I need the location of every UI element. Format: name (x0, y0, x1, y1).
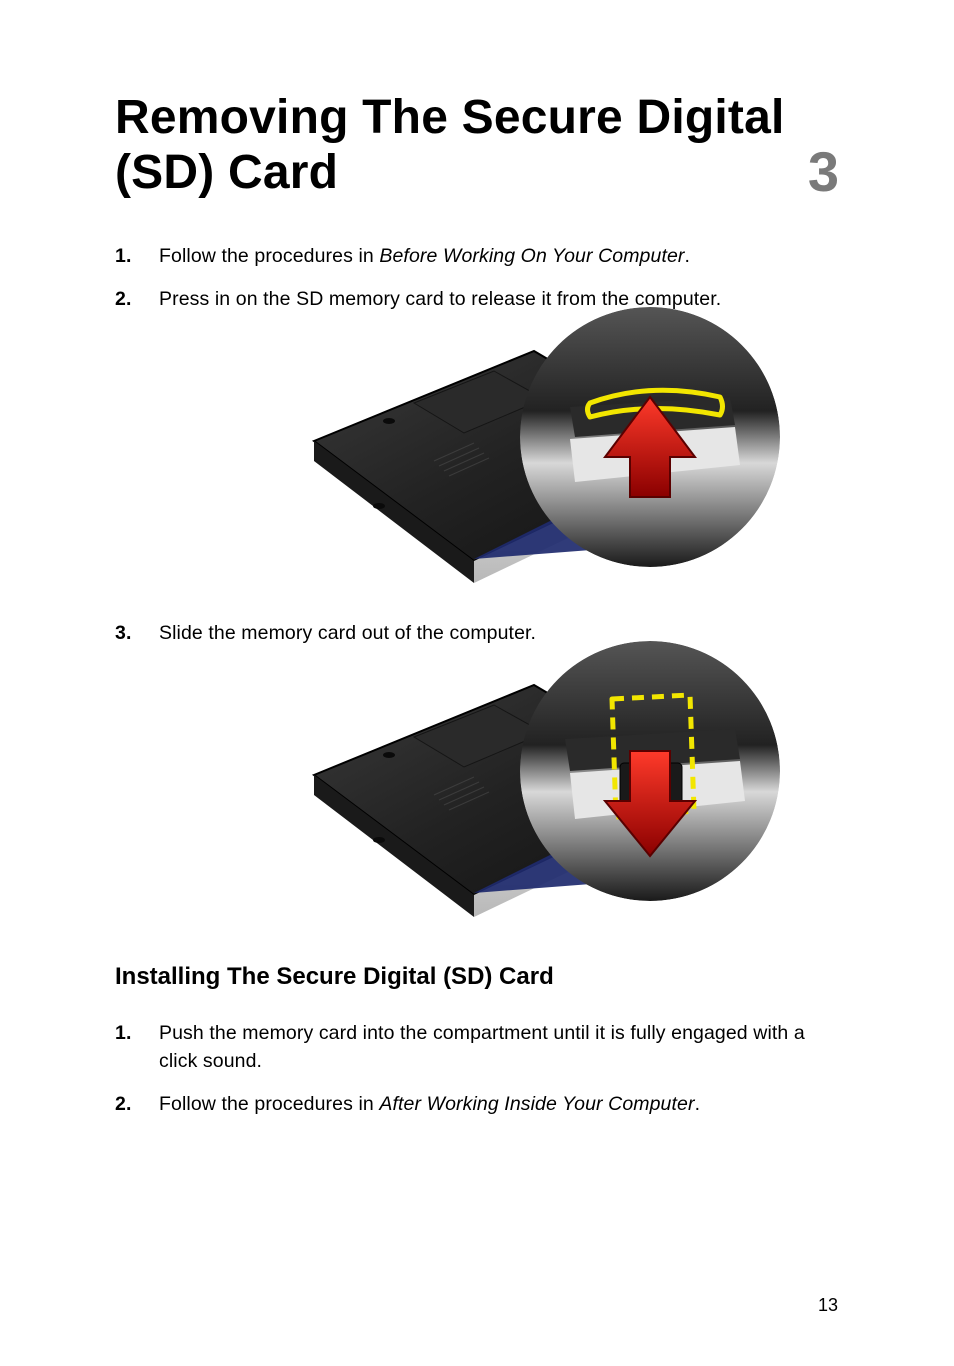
list-item: Press in on the SD memory card to releas… (115, 285, 839, 591)
install-heading: Installing The Secure Digital (SD) Card (115, 963, 839, 991)
list-item: Push the memory card into the compartmen… (115, 1019, 839, 1076)
callout-circle (520, 307, 780, 567)
step-text: Follow the procedures in (159, 1093, 379, 1115)
step-text: Slide the memory card out of the compute… (159, 622, 536, 644)
step-text-suffix: . (685, 245, 691, 267)
list-item: Slide the memory card out of the compute… (115, 619, 839, 925)
italic-ref-after-working: After Working Inside Your Computer (379, 1093, 694, 1115)
page-number: 13 (818, 1295, 838, 1316)
page-title: Removing The Secure Digital (SD) Card (115, 90, 788, 200)
italic-ref-before-working: Before Working On Your Computer (379, 245, 684, 267)
list-item: Follow the procedures in After Working I… (115, 1090, 839, 1118)
install-steps: Push the memory card into the compartmen… (115, 1019, 839, 1118)
removing-steps: Follow the procedures in Before Working … (115, 242, 839, 925)
step-text: Follow the procedures in (159, 245, 379, 267)
list-item: Follow the procedures in Before Working … (115, 242, 839, 270)
step-text-suffix: . (695, 1093, 701, 1115)
step-text: Press in on the SD memory card to releas… (159, 288, 721, 310)
chapter-number: 3 (808, 144, 839, 200)
step-text: Push the memory card into the compartmen… (159, 1022, 805, 1072)
figure-press-in (284, 331, 714, 591)
title-row: Removing The Secure Digital (SD) Card 3 (115, 90, 839, 200)
callout-circle (520, 641, 780, 901)
figure-slide-out (284, 665, 714, 925)
